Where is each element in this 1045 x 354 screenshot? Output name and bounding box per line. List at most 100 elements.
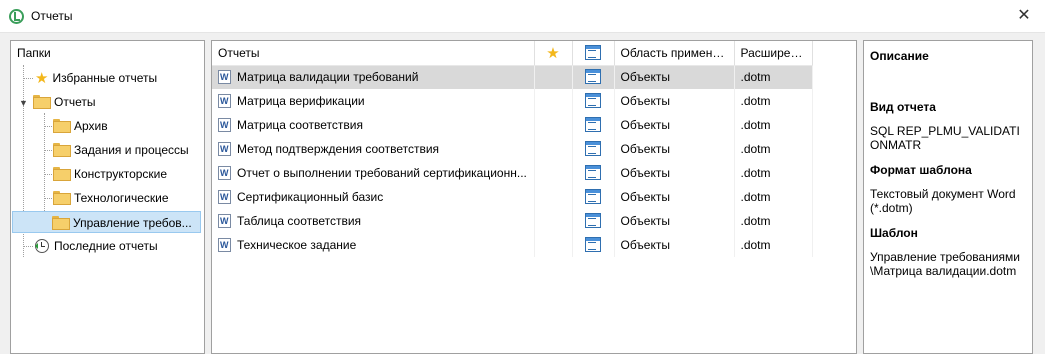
favorite-cell[interactable] [534,185,573,209]
chevron-down-icon[interactable]: ▼ [19,92,29,114]
window-title: Отчеты [31,9,73,23]
folder-icon [53,119,71,133]
report-extension: .dotm [734,233,813,257]
template-label: Шаблон [870,226,918,240]
word-document-icon [218,118,231,132]
report-name: Матрица верификации [237,94,365,108]
report-type-icon [585,189,601,205]
word-document-icon [218,238,231,252]
folder-label: Последние отчеты [54,239,158,253]
report-type-icon [585,237,601,253]
report-extension: .dotm [734,137,813,161]
report-name: Техническое задание [237,238,357,252]
folder-icon [53,143,71,157]
report-extension: .dotm [734,209,813,233]
folder-technology[interactable]: Технологические [53,187,169,209]
close-button[interactable]: ✕ [1011,4,1037,28]
column-header-favorite[interactable]: ★ [534,41,573,66]
table-header-row: Отчеты ★ Область примене... Расширен... [212,41,813,66]
report-type-icon [585,165,601,181]
report-type-icon [585,117,601,133]
folder-label: Архив [74,119,108,133]
report-name: Отчет о выполнении требований сертификац… [237,166,527,180]
report-extension: .dotm [734,113,813,137]
table-row[interactable]: Техническое задание Объекты .dotm [212,233,813,257]
template-format-label: Формат шаблона [870,163,972,177]
report-name: Таблица соответствия [237,214,362,228]
report-type-icon [585,141,601,157]
report-area: Объекты [614,89,735,113]
folder-label: Управление требов... [73,216,192,230]
report-area: Объекты [614,209,735,233]
favorite-cell[interactable] [534,137,573,161]
description-header: Описание [870,49,929,63]
report-type-icon [585,44,601,61]
word-document-icon [218,70,231,85]
report-extension: .dotm [734,185,813,209]
favorite-cell[interactable] [534,161,573,185]
folder-design[interactable]: Конструкторские [53,163,167,185]
star-icon: ★ [35,70,49,87]
folder-archive[interactable]: Архив [53,115,108,137]
report-name: Матрица соответствия [237,118,363,132]
folders-panel: Папки ★ Избранные отчеты ▼ Отчеты Архив За… [10,40,205,354]
favorite-cell[interactable] [534,89,573,113]
folder-icon [53,167,71,181]
template-value: Управление требованиями\Матрица валидаци… [870,250,1020,278]
word-document-icon [218,166,231,180]
column-header-extension[interactable]: Расширен... [734,41,813,66]
report-extension: .dotm [734,161,813,185]
report-name: Матрица валидации требований [237,70,419,85]
report-area: Объекты [614,65,735,89]
table-row[interactable]: Матрица соответствия Объекты .dotm [212,113,813,137]
folder-tasks[interactable]: Задания и процессы [53,139,189,161]
report-name: Сертификационный базис [237,190,384,204]
report-area: Объекты [614,233,735,257]
app-logo-icon [9,9,24,24]
folder-recent[interactable]: Последние отчеты [35,235,158,257]
star-icon: ★ [546,44,560,62]
table-row[interactable]: Метод подтверждения соответствия Объекты… [212,137,813,161]
favorite-cell[interactable] [534,65,573,89]
favorite-cell[interactable] [534,209,573,233]
word-document-icon [218,94,231,108]
word-document-icon [218,214,231,228]
title-bar: Отчеты ✕ [0,0,1045,33]
table-row[interactable]: Таблица соответствия Объекты .dotm [212,209,813,233]
reports-panel: Отчеты ★ Область примене... Расширен... … [211,40,857,354]
table-row[interactable]: Отчет о выполнении требований сертификац… [212,161,813,185]
folder-label: Отчеты [54,95,96,109]
folder-label: Конструкторские [74,167,168,181]
report-area: Объекты [614,137,735,161]
recent-clock-icon [35,239,49,253]
column-header-area[interactable]: Область примене... [614,41,735,66]
column-header-name[interactable]: Отчеты [212,41,535,66]
report-type-icon [585,93,601,109]
report-area: Объекты [614,185,735,209]
column-header-type[interactable] [572,41,615,66]
report-type-value: SQL REP_PLMU_VALIDATIONMATR [870,124,1020,152]
description-panel: Описание Вид отчета SQL REP_PLMU_VALIDAT… [863,40,1033,354]
report-type-label: Вид отчета [870,100,936,114]
folder-label: Избранные отчеты [52,71,158,85]
report-type-icon [585,69,601,85]
table-row[interactable]: Матрица валидации требований Объекты .do… [212,65,813,89]
report-area: Объекты [614,161,735,185]
folder-requirements[interactable]: Управление требов... [12,211,201,233]
folder-favorites[interactable]: ★ Избранные отчеты [35,67,157,89]
folder-label: Задания и процессы [74,143,189,157]
folder-reports[interactable]: ▼ Отчеты [19,91,95,113]
favorite-cell[interactable] [534,233,573,257]
table-row[interactable]: Сертификационный базис Объекты .dotm [212,185,813,209]
word-document-icon [218,190,231,204]
favorite-cell[interactable] [534,113,573,137]
report-extension: .dotm [734,65,813,89]
folder-icon [53,191,71,205]
template-format-value: Текстовый документ Word (*.dotm) [870,187,1016,215]
folder-label: Технологические [74,191,169,205]
report-area: Объекты [614,113,735,137]
report-name: Метод подтверждения соответствия [237,142,440,156]
folder-open-icon [52,216,70,230]
table-row[interactable]: Матрица верификации Объекты .dotm [212,89,813,113]
report-extension: .dotm [734,89,813,113]
